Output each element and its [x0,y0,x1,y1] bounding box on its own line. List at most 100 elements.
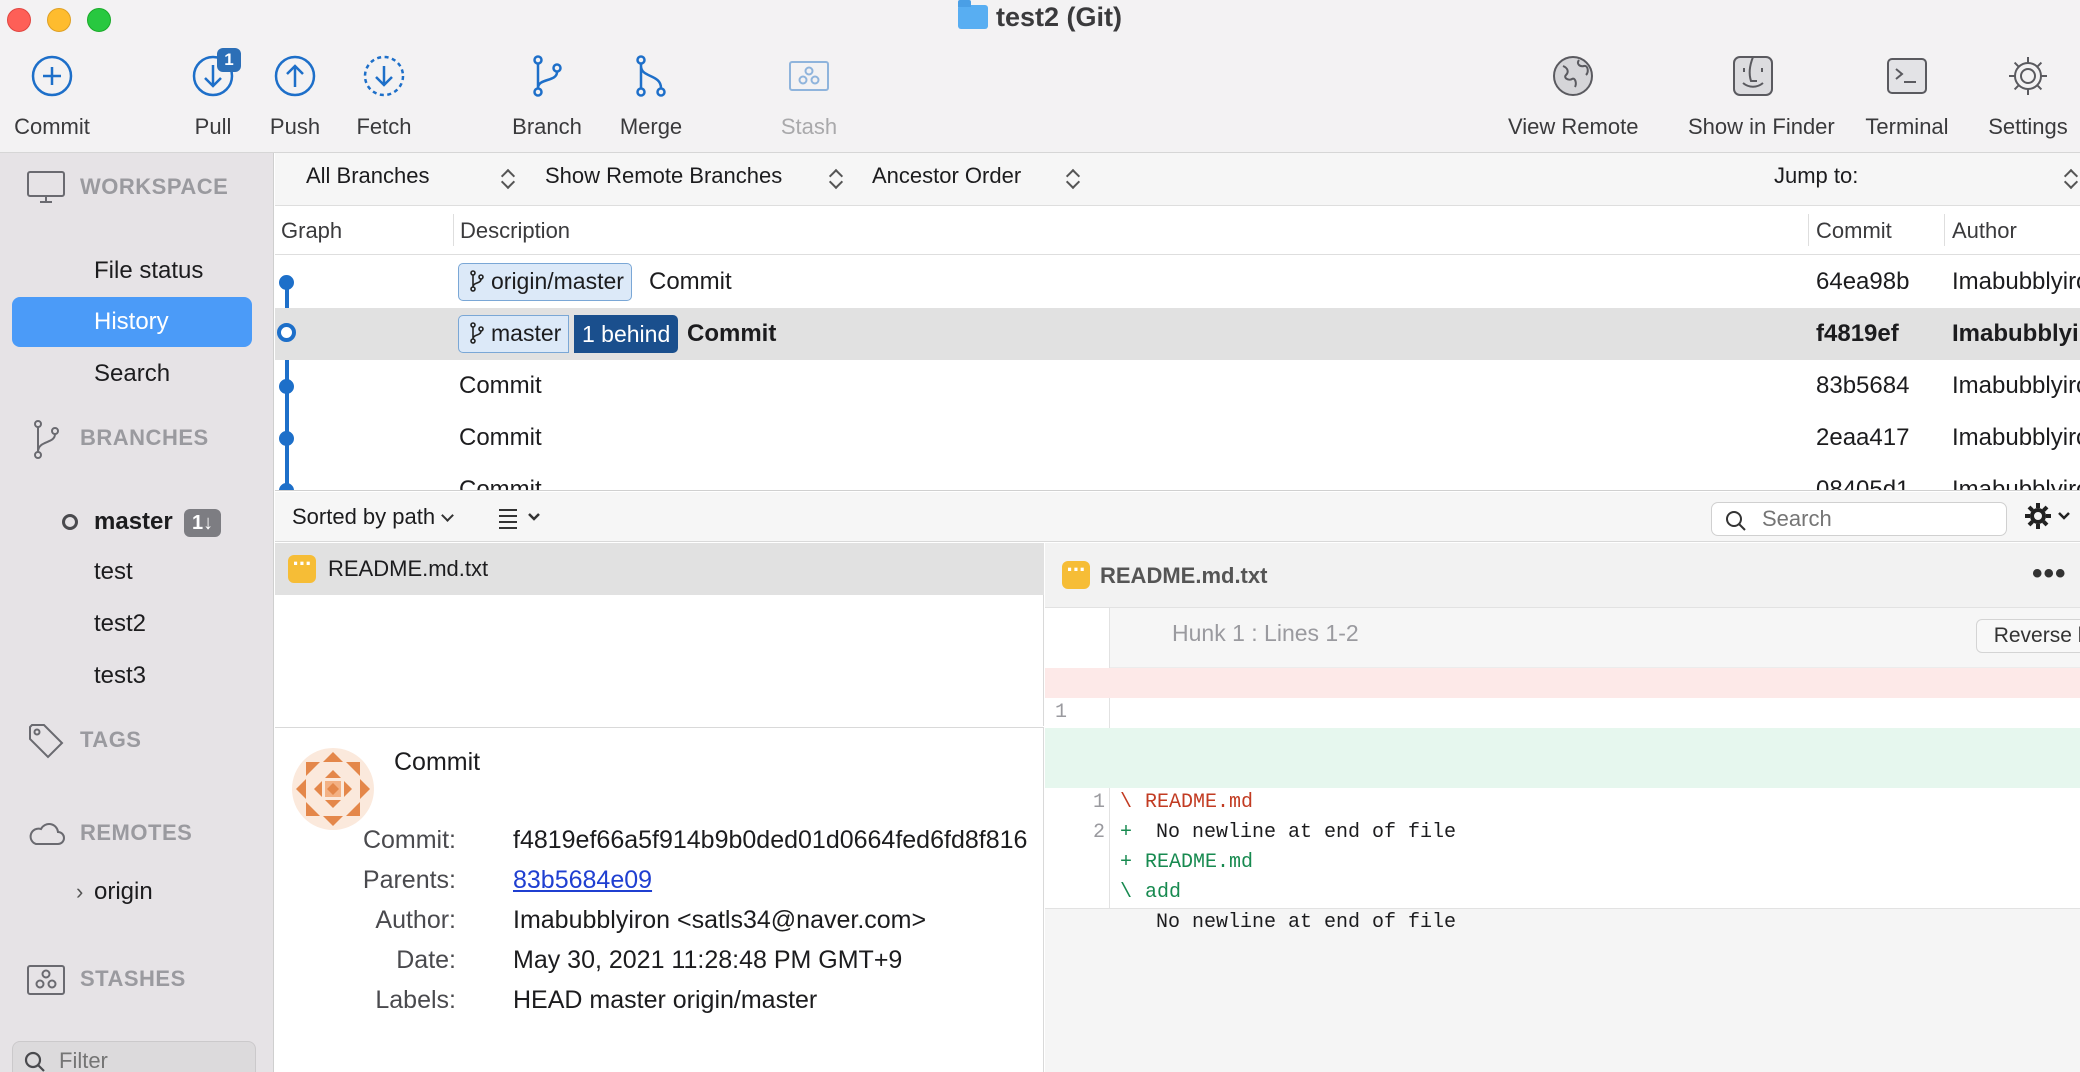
graph-node [279,379,294,394]
commit-details: Commit Commit: f4819ef66a5f914b9b0ded01d… [275,727,1044,1072]
history-row[interactable]: Commit 08405d1 Imabubblyiron [275,464,2080,491]
merge-button[interactable]: Merge [586,52,716,140]
push-icon [271,52,319,100]
fetch-button[interactable]: Fetch [319,52,449,140]
remote-branches-select[interactable]: Show Remote Branches [545,163,782,189]
date-value: May 30, 2021 11:28:48 PM GMT+9 [513,946,903,974]
folder-icon [957,0,988,29]
behind-badge: 1 behind [574,315,679,353]
show-in-finder-button[interactable]: Show in Finder [1688,52,1835,140]
sidebar-item-file-status[interactable]: File status [12,246,252,296]
view-remote-button[interactable]: View Remote [1508,52,1638,140]
globe-icon [1549,52,1597,100]
jump-to-select[interactable] [2065,169,2077,189]
diff-file-name: README.md.txt [1100,563,1268,588]
graph-column-header[interactable]: Graph [281,218,342,244]
labels-value: HEAD master origin/master [513,986,818,1014]
sidebar-item-branch-test[interactable]: test [12,547,252,597]
file-search [1711,502,2007,536]
search-icon [23,1050,47,1072]
stash-button[interactable]: Stash [744,52,874,140]
history-row[interactable]: Commit 83b5684 Imabubblyiron [275,360,2080,412]
sidebar-item-branch-test3[interactable]: test3 [12,651,252,701]
diff-sign: + [1120,821,1133,844]
terminal-icon [1883,52,1931,100]
hunk-title: Hunk 1 : Lines 1-2 [1172,620,1359,646]
commit-hash-row: Commit: f4819ef66a5f914b9b0ded01d0664fed… [275,826,1043,866]
chevron-right-icon[interactable]: › [76,867,83,917]
order-select[interactable]: Ancestor Order [872,163,1021,189]
updown-chevron-icon[interactable] [502,169,514,189]
updown-chevron-icon[interactable] [830,169,842,189]
files-toolbar: Sorted by path [275,492,2080,542]
parent-commit-link[interactable]: 83b5684e09 [513,866,652,895]
sidebar-item-history[interactable]: History [12,297,252,347]
commit-author: Imabubblyiron [1952,424,2080,451]
sidebar-item-search[interactable]: Search [12,349,252,399]
branch-icon [469,319,485,354]
file-row[interactable]: README.md.txt [275,543,1044,595]
diff-pane: README.md.txt ••• Hunk 1 : Lines 1-2 Rev… [1045,543,2080,1072]
labels-row: Labels: HEAD master origin/master [275,986,1043,1026]
commit-column-header[interactable]: Commit [1816,218,1892,244]
labels-label: Labels: [375,986,456,1014]
commit-hash-label: Commit: [362,826,456,854]
diff-text: README.md [1145,851,1254,874]
settings-button[interactable]: Settings [1963,52,2080,140]
file-options-menu[interactable] [2023,496,2077,536]
sidebar-item-branch-test2[interactable]: test2 [12,599,252,649]
history-row[interactable]: Commit 2eaa417 Imabubblyiron [275,412,2080,464]
merge-label: Merge [619,114,683,139]
commit-description: Commit [649,268,732,295]
tags-title: TAGS [80,727,142,752]
search-icon [1724,509,1748,538]
history-row[interactable]: origin/master Commit 64ea98b Imabubblyir… [275,256,2080,308]
toolbar: test2 (Git) Commit 1 Pull Push Fetch Bra… [0,0,2080,153]
sort-label: Sorted by path [292,504,436,529]
sort-select[interactable]: Sorted by path [292,504,454,530]
sidebar: WORKSPACE File status History Search BRA… [0,153,274,1072]
commit-sha: 08405d1 [1816,476,1910,491]
diff-line-added[interactable]: 2 + add [1045,758,2080,904]
fetch-label: Fetch [356,114,412,139]
sidebar-item-remote-origin[interactable]: › origin [12,867,252,917]
diff-line-removed[interactable]: 1 − README.md [1045,668,2080,814]
more-options-icon[interactable]: ••• [2032,557,2067,591]
finder-icon [1729,52,1777,100]
graph-node [279,431,294,446]
column-divider[interactable] [1944,214,1945,246]
diff-line-added[interactable]: 1 + README.md [1045,728,2080,874]
column-divider[interactable] [453,214,454,246]
branch-icon [26,419,66,459]
stash-icon [785,52,833,100]
commit-description: Commit [687,320,777,347]
column-divider[interactable] [1808,214,1809,246]
commit-author: Imabubblyiron [1952,372,2080,399]
diff-text: No newline at end of file [1156,821,1457,844]
terminal-button[interactable]: Terminal [1842,52,1972,140]
updown-chevron-icon[interactable] [1067,169,1079,189]
graph-node [279,483,294,490]
description-column-header[interactable]: Description [460,218,570,244]
commit-sha: f4819ef [1816,320,1899,347]
stash-label: Stash [780,114,838,139]
commit-sha: 2eaa417 [1816,424,1910,451]
file-search-input[interactable] [1762,506,1992,532]
author-column-header[interactable]: Author [1952,218,2017,244]
commit-button[interactable]: Commit [0,52,117,140]
diff-line-meta[interactable]: \ No newline at end of file [1045,698,2080,844]
sidebar-filter-input[interactable] [59,1046,239,1072]
branches-select[interactable]: All Branches [306,163,430,189]
branches-title: BRANCHES [80,425,209,450]
local-branch-tag: master [458,315,570,354]
graph-node [279,275,294,290]
commit-author: Imabubblyiron [1952,476,2080,491]
history-row[interactable]: master 1 behind Commit f4819ef Imabubbly… [275,308,2080,360]
reverse-hunk-button[interactable]: Reverse hunk [1976,619,2080,653]
diff-line-meta[interactable]: \ No newline at end of file [1045,788,2080,934]
sidebar-item-branch-master[interactable]: master 1↓ [12,497,252,547]
view-mode-button[interactable] [495,502,555,532]
jump-to-label: Jump to: [1774,163,1859,188]
stash-icon [26,960,66,1000]
ref-name: master [491,320,562,346]
